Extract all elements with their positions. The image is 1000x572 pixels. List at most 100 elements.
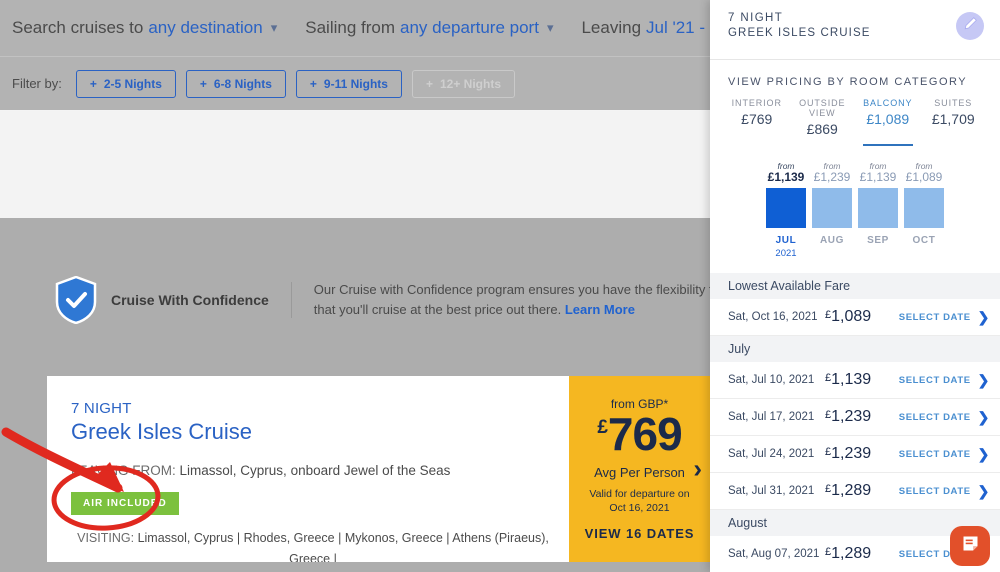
tab-interior[interactable]: INTERIOR £769 (724, 98, 790, 143)
bar-column-oct[interactable]: from £1,089 OCT (904, 161, 944, 259)
table-row[interactable]: Sat, Jul 17, 2021 £1,239 SELECT DATE ❯ (710, 399, 1000, 436)
select-date-button[interactable]: SELECT DATE ❯ (899, 409, 990, 426)
select-date-label: SELECT DATE (898, 448, 971, 460)
row-date: Sat, Jul 31, 2021 (728, 485, 815, 497)
filter-chip-2-5-nights[interactable]: + 2-5 Nights (75, 69, 176, 98)
plus-icon: + (199, 76, 207, 91)
chevron-right-icon: ❯ (977, 482, 990, 499)
select-date-button[interactable]: SELECT DATE ❯ (899, 446, 990, 463)
table-row[interactable]: Sat, Oct 16, 2021 £1,089 SELECT DATE ❯ (710, 299, 1000, 336)
price-value: 769 (607, 407, 683, 460)
cruise-result-card[interactable]: 7 NIGHT Greek Isles Cruise LEAVING FROM:… (47, 376, 710, 562)
filter-chip-label: 12+ Nights (439, 76, 501, 91)
row-price-value: 1,239 (831, 445, 872, 462)
bar-value-label: £1,139 (767, 170, 805, 184)
search-segment-destination[interactable]: Search cruises to any destination ▾ (12, 18, 277, 38)
select-date-button[interactable]: SELECT DATE ❯ (899, 483, 990, 500)
cruise-card-visiting: VISITING: Limassol, Cyprus | Rhodes, Gre… (71, 528, 569, 562)
chevron-down-icon[interactable]: ▾ (547, 20, 554, 36)
bar-value-label: £1,239 (813, 170, 851, 184)
chevron-right-icon: ❯ (977, 408, 990, 425)
feedback-widget-button[interactable] (950, 526, 990, 566)
bar-value-label: £1,089 (905, 170, 943, 184)
filter-chip-label: 2-5 Nights (103, 76, 162, 91)
tab-outside-view[interactable]: OUTSIDE VIEW £869 (790, 98, 856, 143)
tab-label: BALCONY (863, 98, 913, 108)
panel-header: 7 NIGHT GREEK ISLES CRUISE (710, 0, 1000, 60)
pencil-icon (963, 16, 978, 36)
row-price: £1,289 (825, 545, 899, 563)
cruise-card-details: 7 NIGHT Greek Isles Cruise LEAVING FROM:… (47, 376, 569, 562)
row-price: £1,289 (825, 482, 899, 500)
row-price-value: 1,239 (831, 408, 872, 425)
select-date-label: SELECT DATE (898, 374, 971, 386)
filter-chip-9-11-nights[interactable]: + 9-11 Nights (295, 69, 402, 98)
bar-jul[interactable] (766, 188, 806, 228)
bar-month-label: SEP (867, 235, 889, 246)
valid-for-departure: Valid for departure on Oct 16, 2021 (589, 487, 689, 515)
panel-title-cruise: GREEK ISLES CRUISE (728, 27, 871, 39)
bar-column-sep[interactable]: from £1,139 SEP (858, 161, 898, 259)
bar-column-aug[interactable]: from £1,239 AUG (812, 161, 852, 259)
bar-value-label: £1,139 (859, 170, 897, 184)
row-date: Sat, Aug 07, 2021 (728, 548, 820, 560)
confidence-body: Our Cruise with Confidence program ensur… (314, 280, 771, 320)
screenshot-root: Search cruises to any destination ▾ Sail… (0, 0, 1000, 572)
select-date-button[interactable]: SELECT DATE ❯ (899, 372, 990, 389)
monthly-price-bar-chart: from £1,139 JUL 2021 from £1,239 AUG fro… (710, 143, 1000, 259)
search-value-departure-port[interactable]: any departure port (400, 18, 539, 38)
table-row[interactable]: Sat, Jul 10, 2021 £1,139 SELECT DATE ❯ (710, 362, 1000, 399)
bar-month-label: JUL (775, 235, 797, 246)
confidence-body-line2: that you'll cruise at the best price out… (313, 302, 562, 317)
cruise-card-price-panel[interactable]: from GBP* £ 769 Avg Per Person Valid for… (569, 376, 710, 562)
cruise-card-title[interactable]: Greek Isles Cruise (71, 419, 569, 445)
filter-chip-6-8-nights[interactable]: + 6-8 Nights (185, 69, 286, 98)
air-included-badge: AIR INCLUDED (71, 492, 179, 515)
tab-price: £769 (741, 111, 773, 127)
filter-chip-12-plus-nights: + 12+ Nights (411, 69, 515, 98)
divider (290, 282, 292, 318)
row-date: Sat, Jul 24, 2021 (728, 448, 815, 460)
row-date: Sat, Jul 17, 2021 (728, 411, 815, 423)
table-row[interactable]: Sat, Jul 24, 2021 £1,239 SELECT DATE ❯ (710, 436, 1000, 473)
pricing-side-panel: 7 NIGHT GREEK ISLES CRUISE VIEW PRICING … (710, 0, 1000, 572)
view-dates-button[interactable]: VIEW 16 DATES (585, 526, 695, 541)
row-price-value: 1,139 (831, 371, 872, 388)
chevron-down-icon[interactable]: ▾ (271, 20, 278, 36)
valid-line1: Valid for departure on (589, 487, 690, 500)
row-price: £1,239 (825, 445, 899, 463)
search-segment-departure-port[interactable]: Sailing from any departure port ▾ (305, 18, 553, 38)
panel-section-title: VIEW PRICING BY ROOM CATEGORY (728, 76, 968, 88)
bar-oct[interactable] (904, 188, 944, 228)
edit-search-button[interactable] (956, 12, 984, 40)
row-date: Sat, Jul 10, 2021 (728, 374, 815, 386)
row-price-value: 1,289 (831, 482, 872, 499)
tab-balcony[interactable]: BALCONY £1,089 (855, 98, 921, 146)
filter-by-label: Filter by: (12, 76, 62, 91)
select-date-label: SELECT DATE (898, 485, 971, 497)
chevron-right-icon: ❯ (977, 308, 990, 325)
tab-price: £869 (806, 121, 838, 137)
select-date-label: SELECT DATE (898, 311, 971, 323)
avg-per-person-label: Avg Per Person (594, 464, 685, 480)
tab-label: OUTSIDE VIEW (799, 98, 846, 118)
bar-column-jul[interactable]: from £1,139 JUL 2021 (766, 161, 806, 259)
shield-check-icon (55, 275, 97, 325)
room-category-tabs: INTERIOR £769 OUTSIDE VIEW £869 BALCONY … (710, 98, 1000, 146)
chevron-right-icon[interactable]: › (693, 454, 702, 485)
visiting-line1: Limassol, Cyprus | Rhodes, Greece | Myko… (137, 531, 549, 562)
plus-icon: + (89, 76, 97, 91)
bar-sep[interactable] (858, 188, 898, 228)
filter-chip-label: 6-8 Nights (213, 76, 272, 91)
learn-more-link[interactable]: Learn More (565, 302, 635, 317)
sticker-note-icon (960, 533, 981, 559)
select-date-button[interactable]: SELECT DATE ❯ (899, 309, 990, 326)
group-header-july: July (710, 336, 1000, 362)
chevron-right-icon: ❯ (977, 371, 990, 388)
bar-aug[interactable] (812, 188, 852, 228)
search-value-destination[interactable]: any destination (148, 18, 262, 38)
price-amount: £ 769 (597, 407, 683, 460)
cruise-card-nights: 7 NIGHT (71, 400, 132, 417)
table-row[interactable]: Sat, Jul 31, 2021 £1,289 SELECT DATE ❯ (710, 473, 1000, 510)
tab-suites[interactable]: SUITES £1,709 (921, 98, 987, 143)
